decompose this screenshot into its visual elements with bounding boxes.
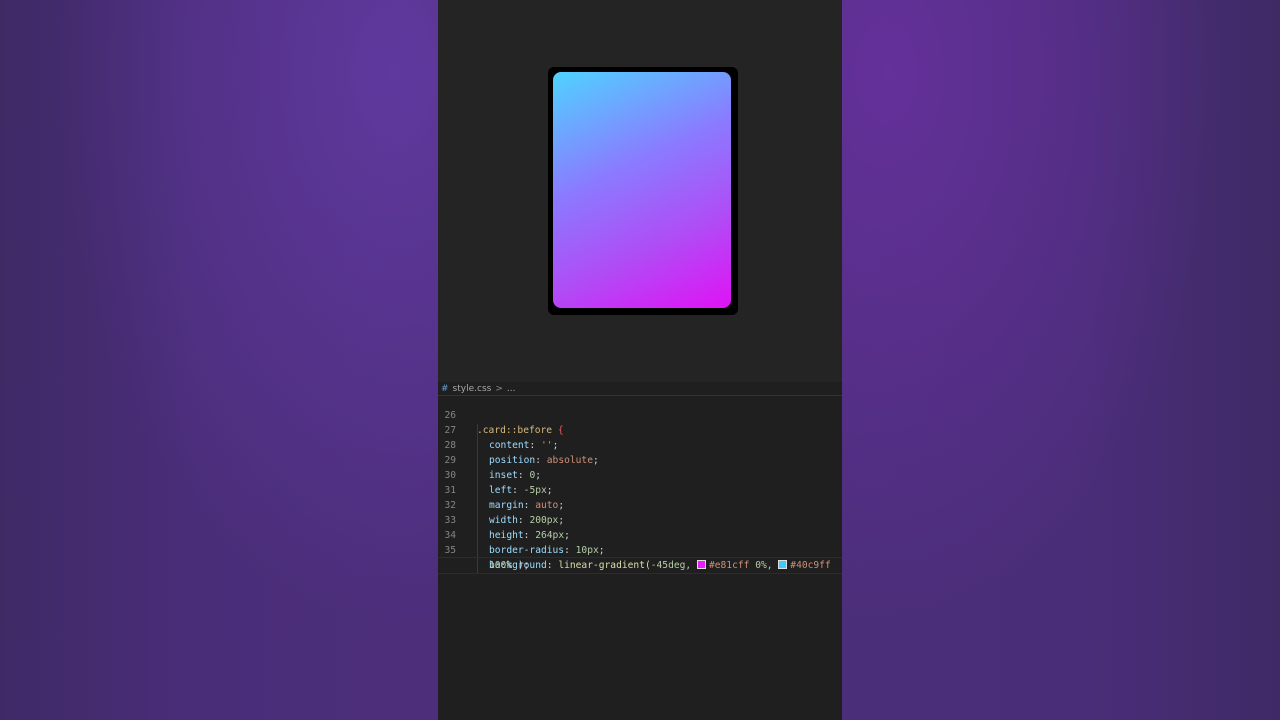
card-preview — [548, 67, 738, 315]
chevron-right-icon: > — [495, 383, 503, 394]
background-right — [842, 0, 1280, 720]
code-line[interactable]: 34 border-radius: 10px; — [438, 513, 842, 556]
background-left — [0, 0, 438, 720]
code-area[interactable]: 26 .card::before { 27 content: ''; 28 po… — [438, 396, 842, 574]
code-line[interactable]: 31 margin: auto; — [438, 468, 842, 511]
code-line[interactable]: 35 background: linear-gradient(-45deg, #… — [438, 528, 842, 571]
breadcrumb-more[interactable]: ... — [507, 384, 516, 394]
breadcrumb-file[interactable]: style.css — [453, 384, 492, 394]
code-line[interactable]: 32 width: 200px; — [438, 483, 842, 526]
code-line[interactable]: 29 inset: 0; — [438, 438, 842, 481]
preview-pane — [438, 0, 842, 382]
code-editor[interactable]: # style.css > ... 26 .card::before { 27 … — [438, 382, 842, 720]
video-stage: # style.css > ... 26 .card::before { 27 … — [438, 0, 842, 720]
css-file-icon: # — [441, 383, 449, 394]
breadcrumb: # style.css > ... — [438, 382, 842, 396]
code-line[interactable]: 27 content: ''; — [438, 408, 842, 451]
code-line-wrap[interactable]: 100% ); — [438, 543, 842, 571]
code-line-active[interactable]: 36 z — [438, 558, 842, 573]
card-gradient — [553, 72, 731, 308]
code-line[interactable]: 30 left: -5px; — [438, 453, 842, 496]
code-line[interactable]: 33 height: 264px; — [438, 498, 842, 541]
code-line[interactable]: 28 position: absolute; — [438, 423, 842, 466]
code-line[interactable]: 26 .card::before { — [438, 396, 842, 436]
line-number: 36 — [438, 573, 456, 574]
